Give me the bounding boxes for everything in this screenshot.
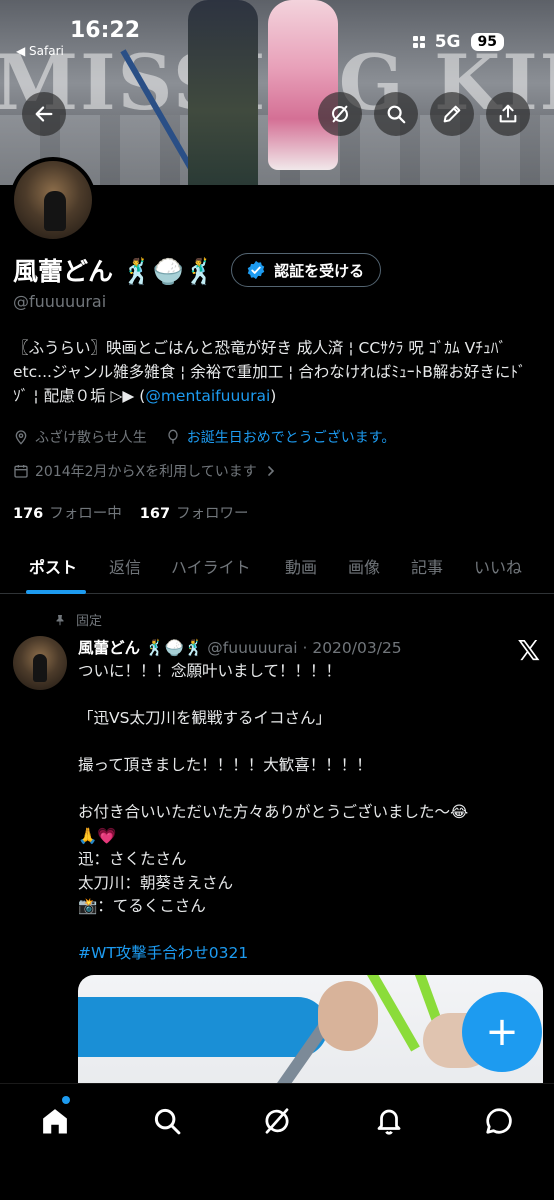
- profile-joined: 2014年2月からXを利用しています: [35, 464, 257, 480]
- image-hand-left: [318, 981, 378, 1051]
- pencil-icon: [443, 105, 461, 123]
- profile-avatar[interactable]: [10, 157, 96, 243]
- status-right: 5G 95: [412, 32, 504, 52]
- pin-icon: [56, 614, 64, 625]
- plus-icon: +: [485, 1009, 519, 1055]
- share-icon: [499, 104, 517, 123]
- following-label: フォロー中: [49, 506, 122, 522]
- post-line: 撮って頂きました！！！！大歓喜！！！！: [78, 756, 372, 774]
- post-author-name[interactable]: 風蕾どん 🕺🍚🕺: [78, 639, 203, 657]
- pinned-indicator: 固定: [54, 610, 102, 629]
- followers-count: 167: [139, 506, 171, 522]
- battery-level: 95: [470, 33, 504, 51]
- post-avatar-person: [33, 654, 47, 682]
- followers-link[interactable]: 167 フォロワー: [140, 502, 249, 523]
- get-verified-label: 認証を受ける: [274, 261, 365, 280]
- grok-button[interactable]: [318, 92, 362, 136]
- edit-button[interactable]: [430, 92, 474, 136]
- grok-icon: [332, 105, 348, 123]
- balloon-icon: [168, 429, 178, 444]
- bottom-navigation: [0, 1083, 554, 1200]
- search-icon: [154, 1108, 181, 1135]
- avatar-person: [44, 191, 66, 231]
- get-verified-button[interactable]: 認証を受ける: [231, 253, 382, 287]
- tab-highlights[interactable]: ハイライト: [171, 554, 251, 578]
- verified-badge-icon: [247, 260, 265, 280]
- profile-meta-joined-row[interactable]: 2014年2月からXを利用しています: [13, 461, 279, 481]
- tab-replies[interactable]: 返信: [109, 554, 141, 578]
- nav-grok[interactable]: [260, 1104, 294, 1138]
- post-line: 「迅VS太刀川を観戦するイコさん」: [78, 709, 331, 727]
- image-blue-sleeve: [78, 997, 328, 1057]
- tab-articles[interactable]: 記事: [411, 554, 443, 578]
- active-tab-indicator: [26, 590, 86, 594]
- nav-search[interactable]: [150, 1104, 184, 1138]
- nav-notifications[interactable]: [372, 1104, 406, 1138]
- post-line: [78, 778, 538, 802]
- follow-counts: 176 フォロー中 167 フォロワー: [13, 502, 249, 523]
- grok-icon: [265, 1108, 289, 1134]
- following-link[interactable]: 176 フォロー中: [13, 502, 122, 523]
- profile-name-row: 風蕾どん 🕺🍚🕺 認証を受ける: [13, 252, 382, 288]
- post-line: [78, 731, 538, 755]
- back-button[interactable]: [22, 92, 66, 136]
- bio-mention-link[interactable]: @mentaifuuurai: [145, 387, 270, 405]
- calendar-icon: [14, 465, 28, 478]
- tab-likes[interactable]: いいね: [474, 554, 522, 578]
- status-back-to-safari[interactable]: ◀ Safari: [16, 44, 64, 58]
- banner-figure-right: [268, 0, 338, 170]
- status-time: 16:22: [70, 18, 141, 43]
- compose-post-button[interactable]: +: [462, 992, 542, 1072]
- home-icon: [43, 1109, 67, 1134]
- post-author-avatar[interactable]: [13, 636, 67, 690]
- pinned-label: 固定: [76, 614, 103, 629]
- profile-handle: @fuuuuurai: [13, 292, 107, 311]
- post-line: ついに！！！念願叶いまして！！！！: [78, 662, 342, 680]
- banner-figure-left: [188, 0, 258, 185]
- post-line: お付き合いいただいた方々ありがとうございました〜😂: [78, 803, 469, 821]
- post-hashtag[interactable]: #WT攻撃手合わせ0321: [78, 942, 538, 966]
- bio-end: ): [270, 387, 277, 405]
- messages-icon: [486, 1108, 512, 1134]
- chevron-right-icon: [267, 466, 274, 476]
- home-notification-dot: [62, 1096, 70, 1104]
- network-type: 5G: [434, 32, 461, 52]
- arrow-left-icon: [35, 106, 53, 122]
- following-count: 176: [13, 506, 44, 522]
- nav-messages[interactable]: [482, 1104, 516, 1138]
- notifications-icon: [377, 1109, 401, 1135]
- profile-birthday[interactable]: お誕生日おめでとうございます。: [187, 427, 396, 447]
- post-line: [78, 919, 538, 943]
- post-meta: @fuuuuurai · 2020/03/25: [207, 639, 402, 657]
- tab-videos[interactable]: 動画: [285, 554, 317, 578]
- post-line: 🙏💗: [78, 826, 117, 845]
- cellular-signal-icon: [412, 36, 425, 48]
- post-line: [78, 684, 538, 708]
- location-pin-icon: [15, 430, 27, 445]
- profile-bio: 〖ふうらい〗映画とごはんと恐竜が好き 成人済 ¦ CCｻｸﾗ 呪 ｺﾞｶﾑ Vﾁ…: [13, 336, 538, 408]
- profile-name: 風蕾どん 🕺🍚🕺: [13, 257, 216, 286]
- post-line: 📸：てるくこさん: [78, 897, 206, 915]
- profile-tabs: ポスト 返信 ハイライト 動画 画像 記事 いいね: [0, 540, 554, 594]
- share-button[interactable]: [486, 92, 530, 136]
- followers-label: フォロワー: [176, 506, 249, 522]
- tab-images[interactable]: 画像: [348, 554, 380, 578]
- tab-posts[interactable]: ポスト: [29, 554, 77, 578]
- search-button[interactable]: [374, 92, 418, 136]
- post-header: 風蕾どん 🕺🍚🕺 @fuuuuurai · 2020/03/25: [78, 636, 402, 658]
- nav-home[interactable]: [38, 1104, 72, 1138]
- search-icon: [387, 105, 406, 124]
- post-line: 太刀川：朝葵きえさん: [78, 873, 234, 892]
- post-line: 迅：さくたさん: [78, 850, 187, 868]
- post-body: ついに！！！念願叶いまして！！！！ 「迅VS太刀川を観戦するイコさん」 撮って頂…: [78, 660, 538, 966]
- profile-meta-location-row: ふざけ散らせ人生 お誕生日おめでとうございます。: [13, 427, 395, 447]
- profile-location: ふざけ散らせ人生: [35, 430, 147, 446]
